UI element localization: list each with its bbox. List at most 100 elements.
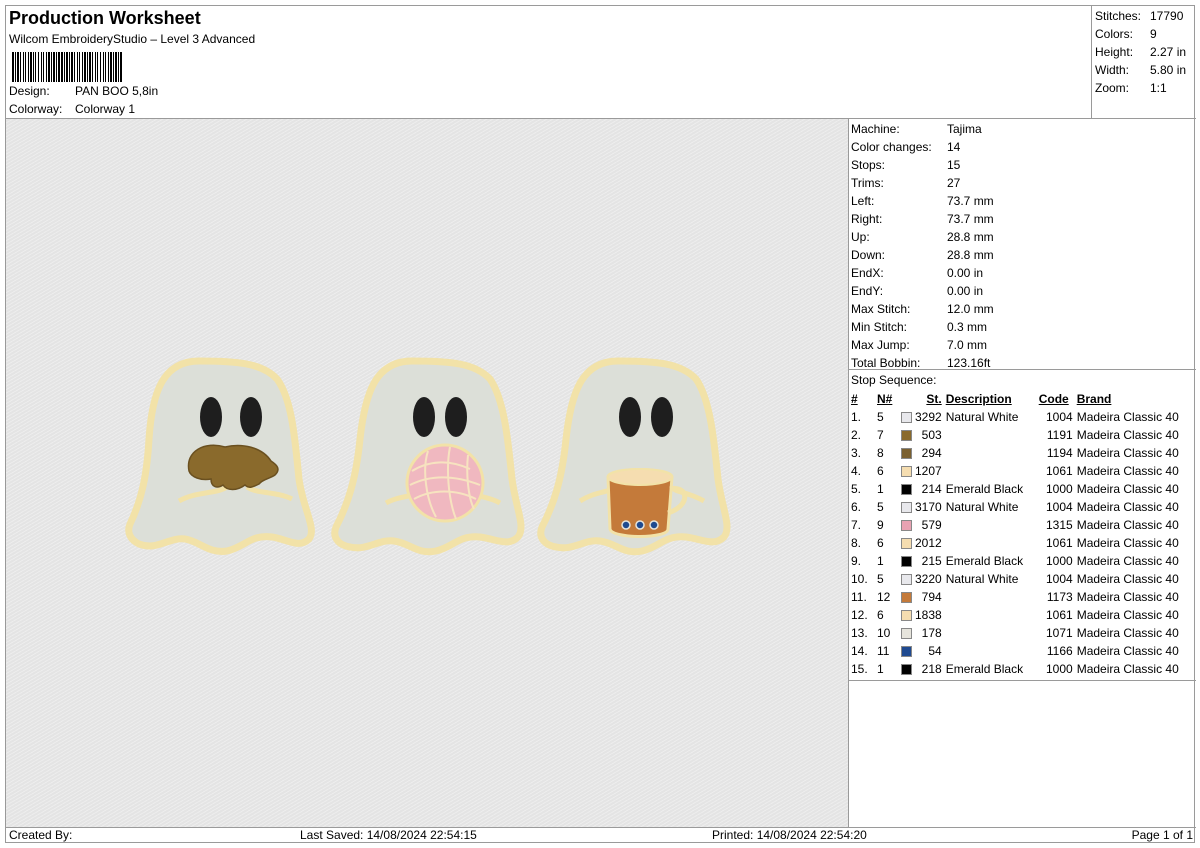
- thread-description: Emerald Black: [945, 662, 1024, 676]
- stitch-count: 178: [921, 626, 942, 640]
- stop-index: 15.: [851, 662, 868, 676]
- color-swatch-cell: [899, 462, 915, 480]
- table-row: 10. 5 3220 Natural White 1004 Madeira Classic…: [851, 570, 1193, 588]
- mug-dot: [621, 520, 631, 530]
- thread-description: [946, 444, 1039, 462]
- colorway-value: Colorway 1: [75, 102, 136, 116]
- spec-label: Left:: [851, 194, 875, 208]
- needle-number: 6: [877, 608, 884, 622]
- spec-value: 0.00 in: [947, 284, 984, 298]
- stop-index: 13.: [851, 626, 868, 640]
- stop-index: 10.: [851, 572, 868, 586]
- color-swatch: [901, 592, 912, 604]
- stop-sequence-table: # N# St. Description Code Brand 1. 5 3292 N…: [851, 390, 1193, 678]
- spec-value: 73.7 mm: [947, 212, 994, 226]
- column-header: [899, 390, 915, 408]
- color-swatch: [901, 412, 912, 424]
- color-swatch-cell: [899, 642, 915, 660]
- barcode-bar: [97, 52, 98, 82]
- needle-number: 5: [877, 572, 884, 586]
- spec-row: Min Stitch: 0.3 mm: [851, 319, 1196, 337]
- spec-label: Trims:: [851, 176, 884, 190]
- spec-label: EndX:: [851, 266, 884, 280]
- needle-number: 10: [877, 626, 891, 640]
- barcode-bar: [115, 52, 117, 82]
- ghost-eye-left: [619, 397, 641, 437]
- spec-value: 0.3 mm: [947, 320, 988, 334]
- summary-panel: Stitches: 17790 Colors: 9 Height: 2.27 in Widt…: [1091, 6, 1196, 119]
- column-header: Brand: [1076, 392, 1112, 406]
- stop-index: 1.: [851, 410, 862, 424]
- barcode-bar: [23, 52, 24, 82]
- table-row: 13. 10 178 1071 Madeira Classic 40: [851, 624, 1193, 642]
- thread-description: [946, 426, 1039, 444]
- thread-brand: Madeira Classic 40: [1076, 464, 1179, 478]
- thread-brand: Madeira Classic 40: [1076, 662, 1179, 676]
- thread-code: 1061: [1046, 536, 1073, 550]
- column-header: Description: [945, 392, 1012, 406]
- spec-row: Max Jump: 7.0 mm: [851, 337, 1196, 355]
- thread-description: Emerald Black: [945, 554, 1024, 568]
- spec-value: 27: [947, 176, 961, 190]
- color-swatch-cell: [899, 534, 915, 552]
- design-value: PAN BOO 5,8in: [75, 84, 159, 98]
- stitch-count: 1838: [915, 608, 942, 622]
- spec-label: Stops:: [851, 158, 886, 172]
- thread-brand: Madeira Classic 40: [1076, 428, 1179, 442]
- summary-label: Stitches:: [1095, 9, 1142, 23]
- barcode-bar: [89, 52, 91, 82]
- color-swatch-cell: [899, 480, 915, 498]
- column-header: St.: [926, 392, 942, 406]
- table-header-row: # N# St. Description Code Brand: [851, 390, 1193, 408]
- barcode-bar: [69, 52, 70, 82]
- spec-row: EndY: 0.00 in: [851, 283, 1196, 301]
- needle-number: 7: [877, 428, 884, 442]
- stitch-count: 214: [921, 482, 942, 496]
- spec-row: Trims: 27: [851, 175, 1196, 193]
- thread-code: 1194: [1046, 446, 1073, 460]
- thread-description: Natural White: [945, 410, 1019, 424]
- thread-description: Natural White: [945, 500, 1019, 514]
- table-row: 15. 1 218 Emerald Black 1000 Madeira Classic …: [851, 660, 1193, 678]
- barcode-bar: [28, 52, 29, 82]
- thread-brand: Madeira Classic 40: [1076, 500, 1179, 514]
- table-row: 8. 6 2012 1061 Madeira Classic 40: [851, 534, 1193, 552]
- stitch-count: 1207: [915, 464, 942, 478]
- table-row: 2. 7 503 1191 Madeira Classic 40: [851, 426, 1193, 444]
- page-number: Page 1 of 1: [1131, 828, 1193, 842]
- needle-number: 11: [877, 644, 890, 658]
- barcode-bar: [113, 52, 114, 82]
- color-swatch: [901, 628, 912, 640]
- summary-row: Zoom: 1:1: [1095, 80, 1196, 98]
- spec-value: Tajima: [947, 122, 982, 136]
- worksheet-header: Production Worksheet Wilcom EmbroiderySt…: [6, 6, 1196, 119]
- spec-label: Right:: [851, 212, 883, 226]
- barcode-bar: [20, 52, 21, 82]
- summary-row: Colors: 9: [1095, 26, 1196, 44]
- ghost-with-mug: [537, 357, 731, 556]
- barcode-bar: [108, 52, 109, 82]
- stop-index: 6.: [851, 500, 862, 514]
- thread-code: 1061: [1046, 608, 1073, 622]
- color-swatch-cell: [899, 660, 915, 678]
- stop-sequence-caption: Stop Sequence:: [851, 373, 937, 387]
- color-swatch: [901, 502, 912, 514]
- table-row: 11. 12 794 1173 Madeira Classic 40: [851, 588, 1193, 606]
- table-row: 6. 5 3170 Natural White 1004 Madeira Classic …: [851, 498, 1193, 516]
- stitch-count: 218: [921, 662, 942, 676]
- barcode-bar: [105, 52, 106, 82]
- color-swatch: [901, 430, 912, 442]
- thread-brand: Madeira Classic 40: [1076, 536, 1179, 550]
- column-header: #: [851, 392, 858, 406]
- table-row: 3. 8 294 1194 Madeira Classic 40: [851, 444, 1193, 462]
- barcode-bar: [51, 52, 52, 82]
- color-swatch-cell: [899, 606, 915, 624]
- column-header: N#: [877, 392, 893, 406]
- stop-index: 7.: [851, 518, 862, 532]
- color-swatch-cell: [899, 624, 915, 642]
- column-header: Code: [1038, 392, 1069, 406]
- spec-row: Down: 28.8 mm: [851, 247, 1196, 265]
- thread-description: [946, 462, 1039, 480]
- barcode-bar: [79, 52, 80, 82]
- thread-description: [946, 624, 1039, 642]
